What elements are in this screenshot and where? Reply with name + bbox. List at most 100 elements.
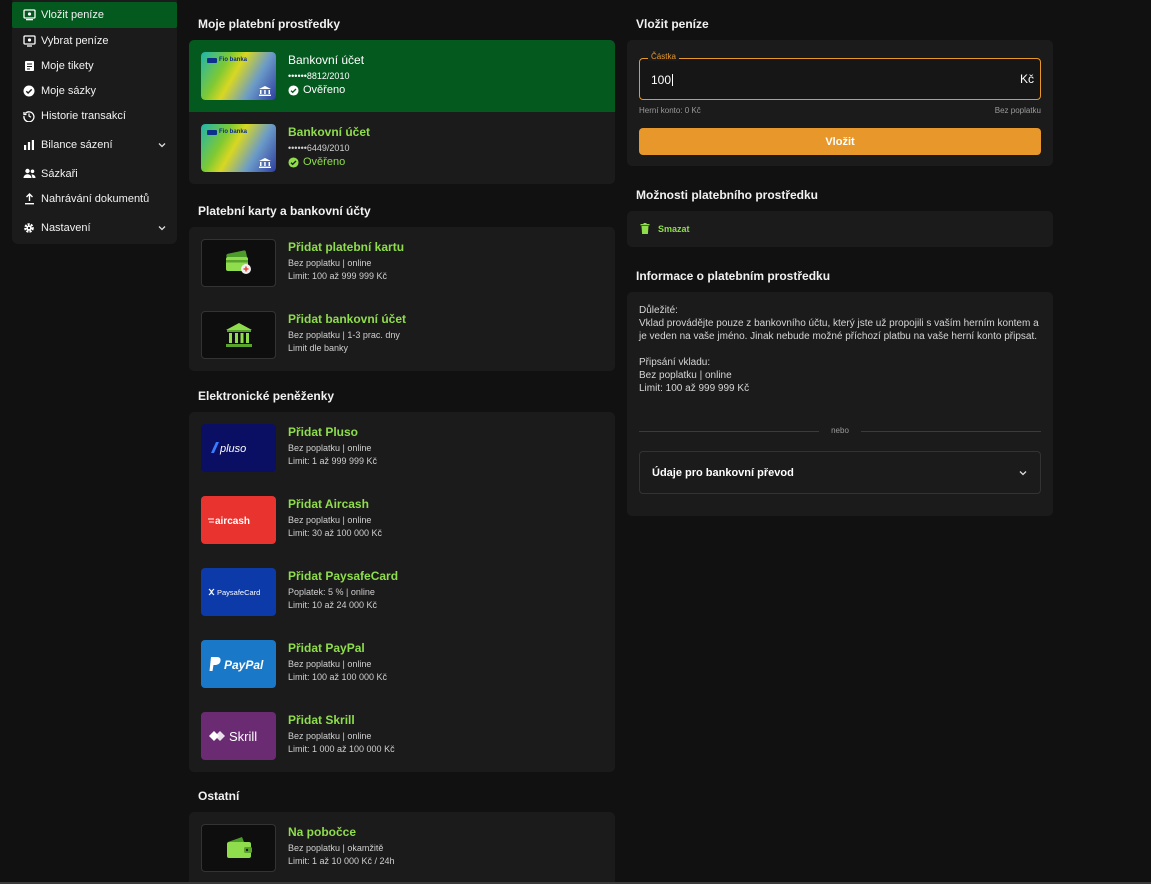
my-methods-panel: Fio banka Bankovní účet ••••••8812/2010 … <box>189 40 615 184</box>
branch-row[interactable]: Na pobočce Bez poplatku | okamžitě Limit… <box>189 812 615 884</box>
method-name: Přidat Aircash <box>288 497 369 511</box>
method-name: Bankovní účet <box>288 53 365 67</box>
account-number: ••••••6449/2010 <box>288 143 350 153</box>
sidebar-item-deposit[interactable]: Vložit peníze <box>12 2 177 28</box>
section-title-cards: Platební karty a bankovní účty <box>198 204 371 218</box>
ewallets-panel: pluso Přidat Pluso Bez poplatku | online… <box>189 412 615 772</box>
method-limit: Limit: 100 až 100 000 Kč <box>288 672 388 682</box>
section-title-my-methods: Moje platební prostředky <box>198 17 341 31</box>
method-limit: Limit: 1 až 10 000 Kč / 24h <box>288 856 395 866</box>
cards-panel: Přidat platební kartu Bez poplatku | onl… <box>189 227 615 371</box>
add-skrill-row[interactable]: Skrill Přidat Skrill Bez poplatku | onli… <box>189 700 615 772</box>
amount-value[interactable]: 100 <box>651 73 673 87</box>
method-fee: Poplatek: 5 % | online <box>288 587 375 597</box>
sidebar-item-bets[interactable]: Moje sázky <box>12 78 177 103</box>
users-icon <box>22 167 36 181</box>
deposit-icon <box>22 8 36 22</box>
method-fee: Bez poplatku | online <box>288 515 372 525</box>
method-name: Přidat platební kartu <box>288 240 405 254</box>
svg-text:Skrill: Skrill <box>229 729 257 744</box>
verified-status: Ověřeno <box>303 84 346 96</box>
pluso-logo: pluso <box>201 424 276 472</box>
paysafecard-logo: PaysafeCard <box>201 568 276 616</box>
currency-label: Kč <box>1019 72 1034 86</box>
svg-text:PaysafeCard: PaysafeCard <box>217 588 260 597</box>
bank-card-image: Fio banka <box>201 52 276 100</box>
skrill-logo: Skrill <box>201 712 276 760</box>
method-name: Přidat Pluso <box>288 425 359 439</box>
method-limit: Limit: 100 až 999 999 Kč <box>288 271 388 281</box>
options-title: Možnosti platebního prostředku <box>636 188 818 202</box>
verified-status: Ověřeno <box>303 156 346 168</box>
sidebar-item-settings[interactable]: Nastavení <box>12 215 177 240</box>
chevron-down-icon[interactable] <box>157 140 167 150</box>
sidebar-item-bettors[interactable]: Sázkaři <box>12 161 177 186</box>
payment-method-row[interactable]: Fio banka Bankovní účet ••••••6449/2010 … <box>189 112 615 184</box>
delete-button[interactable]: Smazat <box>640 223 690 234</box>
other-panel: Na pobočce Bez poplatku | okamžitě Limit… <box>189 812 615 884</box>
amount-label: Částka <box>648 52 679 61</box>
card-thumb <box>201 239 276 287</box>
sidebar-item-history[interactable]: Historie transakcí <box>12 103 177 128</box>
check-circle-icon <box>288 156 299 168</box>
bank-card-image: Fio banka <box>201 124 276 172</box>
sidebar-item-label: Nastavení <box>41 221 91 234</box>
options-panel: Smazat <box>627 211 1053 247</box>
add-bank-account-row[interactable]: Přidat bankovní účet Bez poplatku | 1-3 … <box>189 299 615 371</box>
add-card-row[interactable]: Přidat platební kartu Bez poplatku | onl… <box>189 227 615 299</box>
method-name: Přidat PaysafeCard <box>288 569 399 583</box>
method-limit: Limit: 1 až 999 999 Kč <box>288 456 378 466</box>
sidebar-item-withdraw[interactable]: Vybrat peníze <box>12 28 177 53</box>
method-limit: Limit dle banky <box>288 343 349 353</box>
method-name: Přidat Skrill <box>288 713 355 727</box>
bank-transfer-details-accordion[interactable]: Údaje pro bankovní převod <box>639 451 1041 494</box>
game-account-balance: Herní konto: 0 Kč <box>639 106 701 115</box>
chevron-down-icon <box>1018 468 1028 478</box>
method-fee: Bez poplatku | online <box>288 659 372 669</box>
sidebar-item-label: Historie transakcí <box>41 109 126 122</box>
fee-note: Bez poplatku <box>994 106 1041 115</box>
sidebar-item-balance[interactable]: Bilance sázení <box>12 132 177 157</box>
method-info-panel: Důležité: Vklad provádějte pouze z banko… <box>627 292 1053 516</box>
credit-card-icon <box>225 250 251 274</box>
paypal-logo: PayPal <box>201 640 276 688</box>
method-info-text: Důležité: Vklad provádějte pouze z banko… <box>639 305 1039 394</box>
wallet-icon <box>226 837 252 858</box>
tickets-icon <box>22 59 36 73</box>
payment-method-row[interactable]: Fio banka Bankovní účet ••••••8812/2010 … <box>189 40 615 112</box>
account-number: ••••••8812/2010 <box>288 71 350 81</box>
method-limit: Limit: 1 000 až 100 000 Kč <box>288 744 395 754</box>
branch-thumb <box>201 824 276 872</box>
sidebar-item-tickets[interactable]: Moje tikety <box>12 53 177 78</box>
method-fee: Bez poplatku | okamžitě <box>288 843 384 853</box>
aircash-logo: aircash <box>201 496 276 544</box>
sidebar-item-label: Sázkaři <box>41 167 78 180</box>
add-aircash-row[interactable]: aircash Přidat Aircash Bez poplatku | on… <box>189 484 615 556</box>
method-fee: Bez poplatku | online <box>288 258 372 268</box>
gear-icon <box>22 221 36 235</box>
history-icon <box>22 109 36 123</box>
sidebar-item-label: Vložit peníze <box>41 9 104 21</box>
add-paysafecard-row[interactable]: PaysafeCard Přidat PaysafeCard Poplatek:… <box>189 556 615 628</box>
method-limit: Limit: 30 až 100 000 Kč <box>288 528 383 538</box>
method-name: Na pobočce <box>288 825 357 839</box>
method-name: Přidat bankovní účet <box>288 312 407 326</box>
amount-input[interactable]: Částka 100 Kč <box>639 52 1041 100</box>
withdraw-icon <box>22 34 36 48</box>
method-info-title: Informace o platebním prostředku <box>636 269 831 283</box>
method-fee: Bez poplatku | 1-3 prac. dny <box>288 330 400 340</box>
method-name: Přidat PayPal <box>288 641 365 655</box>
method-limit: Limit: 10 až 24 000 Kč <box>288 600 378 610</box>
sidebar-item-label: Nahrávání dokumentů <box>41 192 150 205</box>
chevron-down-icon[interactable] <box>157 223 167 233</box>
add-pluso-row[interactable]: pluso Přidat Pluso Bez poplatku | online… <box>189 412 615 484</box>
sidebar-item-label: Vybrat peníze <box>41 34 109 47</box>
sidebar-item-upload[interactable]: Nahrávání dokumentů <box>12 186 177 211</box>
balance-icon <box>22 138 36 152</box>
deposit-button[interactable]: Vložit <box>639 128 1041 155</box>
add-paypal-row[interactable]: PayPal Přidat PayPal Bez poplatku | onli… <box>189 628 615 700</box>
section-title-other: Ostatní <box>198 789 240 803</box>
method-name: Bankovní účet <box>288 125 371 139</box>
sidebar-item-label: Bilance sázení <box>41 138 113 151</box>
method-fee: Bez poplatku | online <box>288 443 372 453</box>
